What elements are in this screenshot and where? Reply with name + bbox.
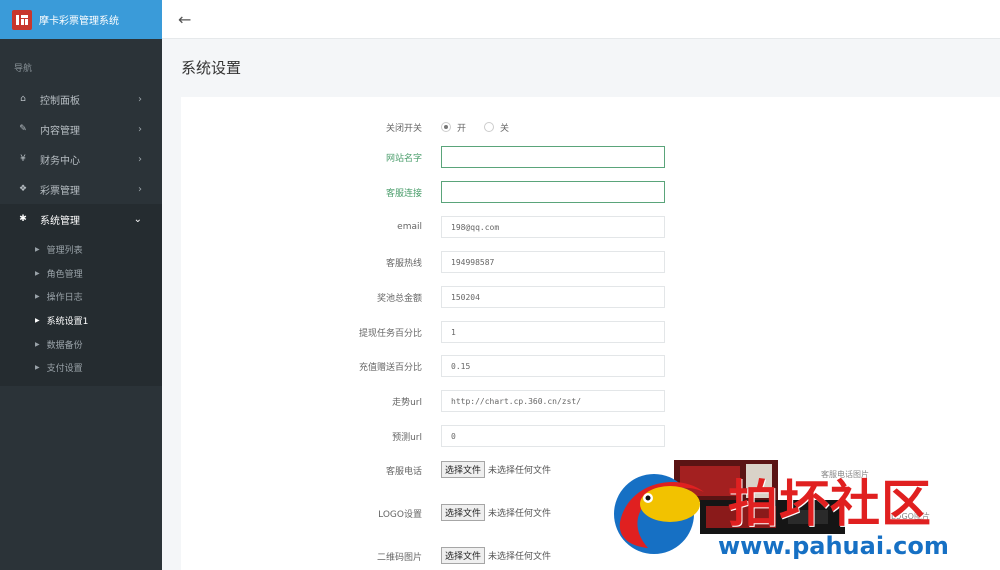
nav-caption: 导航 xyxy=(14,64,33,74)
watermark-title: 拍坏社区 xyxy=(728,475,932,533)
watermark-logo-icon xyxy=(608,462,720,562)
page-title: 系统设置 xyxy=(181,59,242,77)
caret-right-icon: ▶ xyxy=(35,293,40,301)
system-submenu: ▶ 管理列表 ▶ 角色管理 ▶ 操作日志 ▶ 系统设置1 ▶ 数据备份 ▶ 支付设置 xyxy=(0,234,162,386)
sub-item-roles[interactable]: ▶ 角色管理 xyxy=(0,262,162,286)
brand-bar[interactable]: 摩卡彩票管理系统 xyxy=(0,0,162,39)
chevron-right-icon: › xyxy=(138,153,142,165)
chevron-right-icon: › xyxy=(138,123,142,135)
file-status: 未选择任何文件 xyxy=(488,465,552,476)
qrcode-label: 二维码图片 xyxy=(376,553,422,563)
service-phone-file: 选择文件 未选择任何文件 xyxy=(441,460,552,478)
tag-icon: ❖ xyxy=(18,184,28,194)
trend-url-input[interactable] xyxy=(441,390,665,412)
qrcode-file: 选择文件 未选择任何文件 xyxy=(441,546,552,564)
sub-item-backup[interactable]: ▶ 数据备份 xyxy=(0,332,162,356)
service-link-row: 客服连接 xyxy=(181,181,1000,203)
predict-url-input[interactable] xyxy=(441,425,665,447)
sub-item-settings[interactable]: ▶ 系统设置1 xyxy=(0,309,162,333)
pool-amount-input[interactable] xyxy=(441,286,665,308)
hotline-input[interactable] xyxy=(441,251,665,273)
predict-url-label: 预测url xyxy=(392,432,422,443)
back-arrow-icon[interactable]: ← xyxy=(178,10,191,29)
withdraw-percent-input[interactable] xyxy=(441,321,665,343)
hotline-label: 客服热线 xyxy=(385,258,422,269)
switch-row: 关闭开关 开 关 xyxy=(181,119,1000,135)
chevron-right-icon: › xyxy=(138,93,142,105)
nav-item-label: 控制面板 xyxy=(40,95,80,107)
predict-url-row: 预测url xyxy=(181,425,1000,447)
email-label: email xyxy=(397,222,422,232)
logo-label: LOGO设置 xyxy=(378,510,422,520)
site-name-row: 网站名字 xyxy=(181,146,1000,168)
edit-icon: ✎ xyxy=(19,124,27,134)
nav-item-content[interactable]: ✎ 内容管理 › xyxy=(0,114,162,144)
sub-item-payment[interactable]: ▶ 支付设置 xyxy=(0,356,162,380)
hotline-row: 客服热线 xyxy=(181,251,1000,273)
trend-url-row: 走势url xyxy=(181,390,1000,412)
app-title: 摩卡彩票管理系统 xyxy=(39,16,119,27)
brand-logo-icon xyxy=(12,9,32,30)
trend-url-label: 走势url xyxy=(392,397,422,408)
yen-icon: ¥ xyxy=(20,154,26,164)
logo-file: 选择文件 未选择任何文件 xyxy=(441,503,552,521)
caret-right-icon: ▶ xyxy=(35,246,40,254)
service-link-input[interactable] xyxy=(441,181,665,203)
choose-file-button[interactable]: 选择文件 xyxy=(441,546,486,564)
sidebar: 摩卡彩票管理系统 导航 ⌂ 控制面板 › ✎ 内容管理 › ¥ 财务中心 › ❖… xyxy=(0,0,162,570)
switch-label: 关闭开关 xyxy=(385,123,422,134)
withdraw-row: 提现任务百分比 xyxy=(181,321,1000,343)
recharge-row: 充值赠送百分比 xyxy=(181,355,1000,377)
caret-right-icon: ▶ xyxy=(35,317,40,325)
topbar: ← xyxy=(162,0,1000,39)
nav-item-dashboard[interactable]: ⌂ 控制面板 › xyxy=(0,84,162,114)
choose-file-button[interactable]: 选择文件 xyxy=(441,503,486,521)
nav-item-label: 财务中心 xyxy=(40,155,80,167)
file-status: 未选择任何文件 xyxy=(488,551,552,562)
file-status: 未选择任何文件 xyxy=(488,508,552,519)
recharge-label: 充值赠送百分比 xyxy=(358,362,422,373)
switch-radio-group: 开 关 xyxy=(441,121,527,134)
pool-label: 奖池总金额 xyxy=(376,293,422,304)
radio-checked-icon xyxy=(441,122,451,132)
service-phone-label: 客服电话 xyxy=(385,467,422,477)
nav-item-label: 彩票管理 xyxy=(40,185,80,197)
switch-off-radio[interactable]: 关 xyxy=(484,121,509,134)
sub-item-admin-list[interactable]: ▶ 管理列表 xyxy=(0,238,162,262)
sub-item-logs[interactable]: ▶ 操作日志 xyxy=(0,285,162,309)
caret-right-icon: ▶ xyxy=(35,269,40,277)
switch-on-radio[interactable]: 开 xyxy=(441,121,466,134)
caret-right-icon: ▶ xyxy=(35,364,40,372)
site-name-input[interactable] xyxy=(441,146,665,168)
withdraw-label: 提现任务百分比 xyxy=(358,328,422,339)
email-row: email xyxy=(181,216,1000,238)
caret-right-icon: ▶ xyxy=(35,340,40,348)
email-field[interactable] xyxy=(441,216,665,238)
gear-icon: ✱ xyxy=(19,214,27,224)
nav-item-finance[interactable]: ¥ 财务中心 › xyxy=(0,144,162,174)
nav-item-label: 系统管理 xyxy=(40,215,80,227)
chevron-right-icon: › xyxy=(138,183,142,195)
recharge-percent-input[interactable] xyxy=(441,355,665,377)
chevron-down-icon: ⌄ xyxy=(133,213,142,225)
site-name-label: 网站名字 xyxy=(385,153,422,164)
nav-item-lottery[interactable]: ❖ 彩票管理 › xyxy=(0,174,162,204)
pool-row: 奖池总金额 xyxy=(181,286,1000,308)
home-icon: ⌂ xyxy=(20,94,26,104)
nav-item-label: 内容管理 xyxy=(40,125,80,137)
service-link-label: 客服连接 xyxy=(385,188,422,199)
watermark-url: www.pahuai.com xyxy=(718,532,949,560)
radio-unchecked-icon xyxy=(484,122,495,132)
choose-file-button[interactable]: 选择文件 xyxy=(441,460,486,478)
nav-item-system[interactable]: ✱ 系统管理 ⌄ xyxy=(0,204,162,234)
